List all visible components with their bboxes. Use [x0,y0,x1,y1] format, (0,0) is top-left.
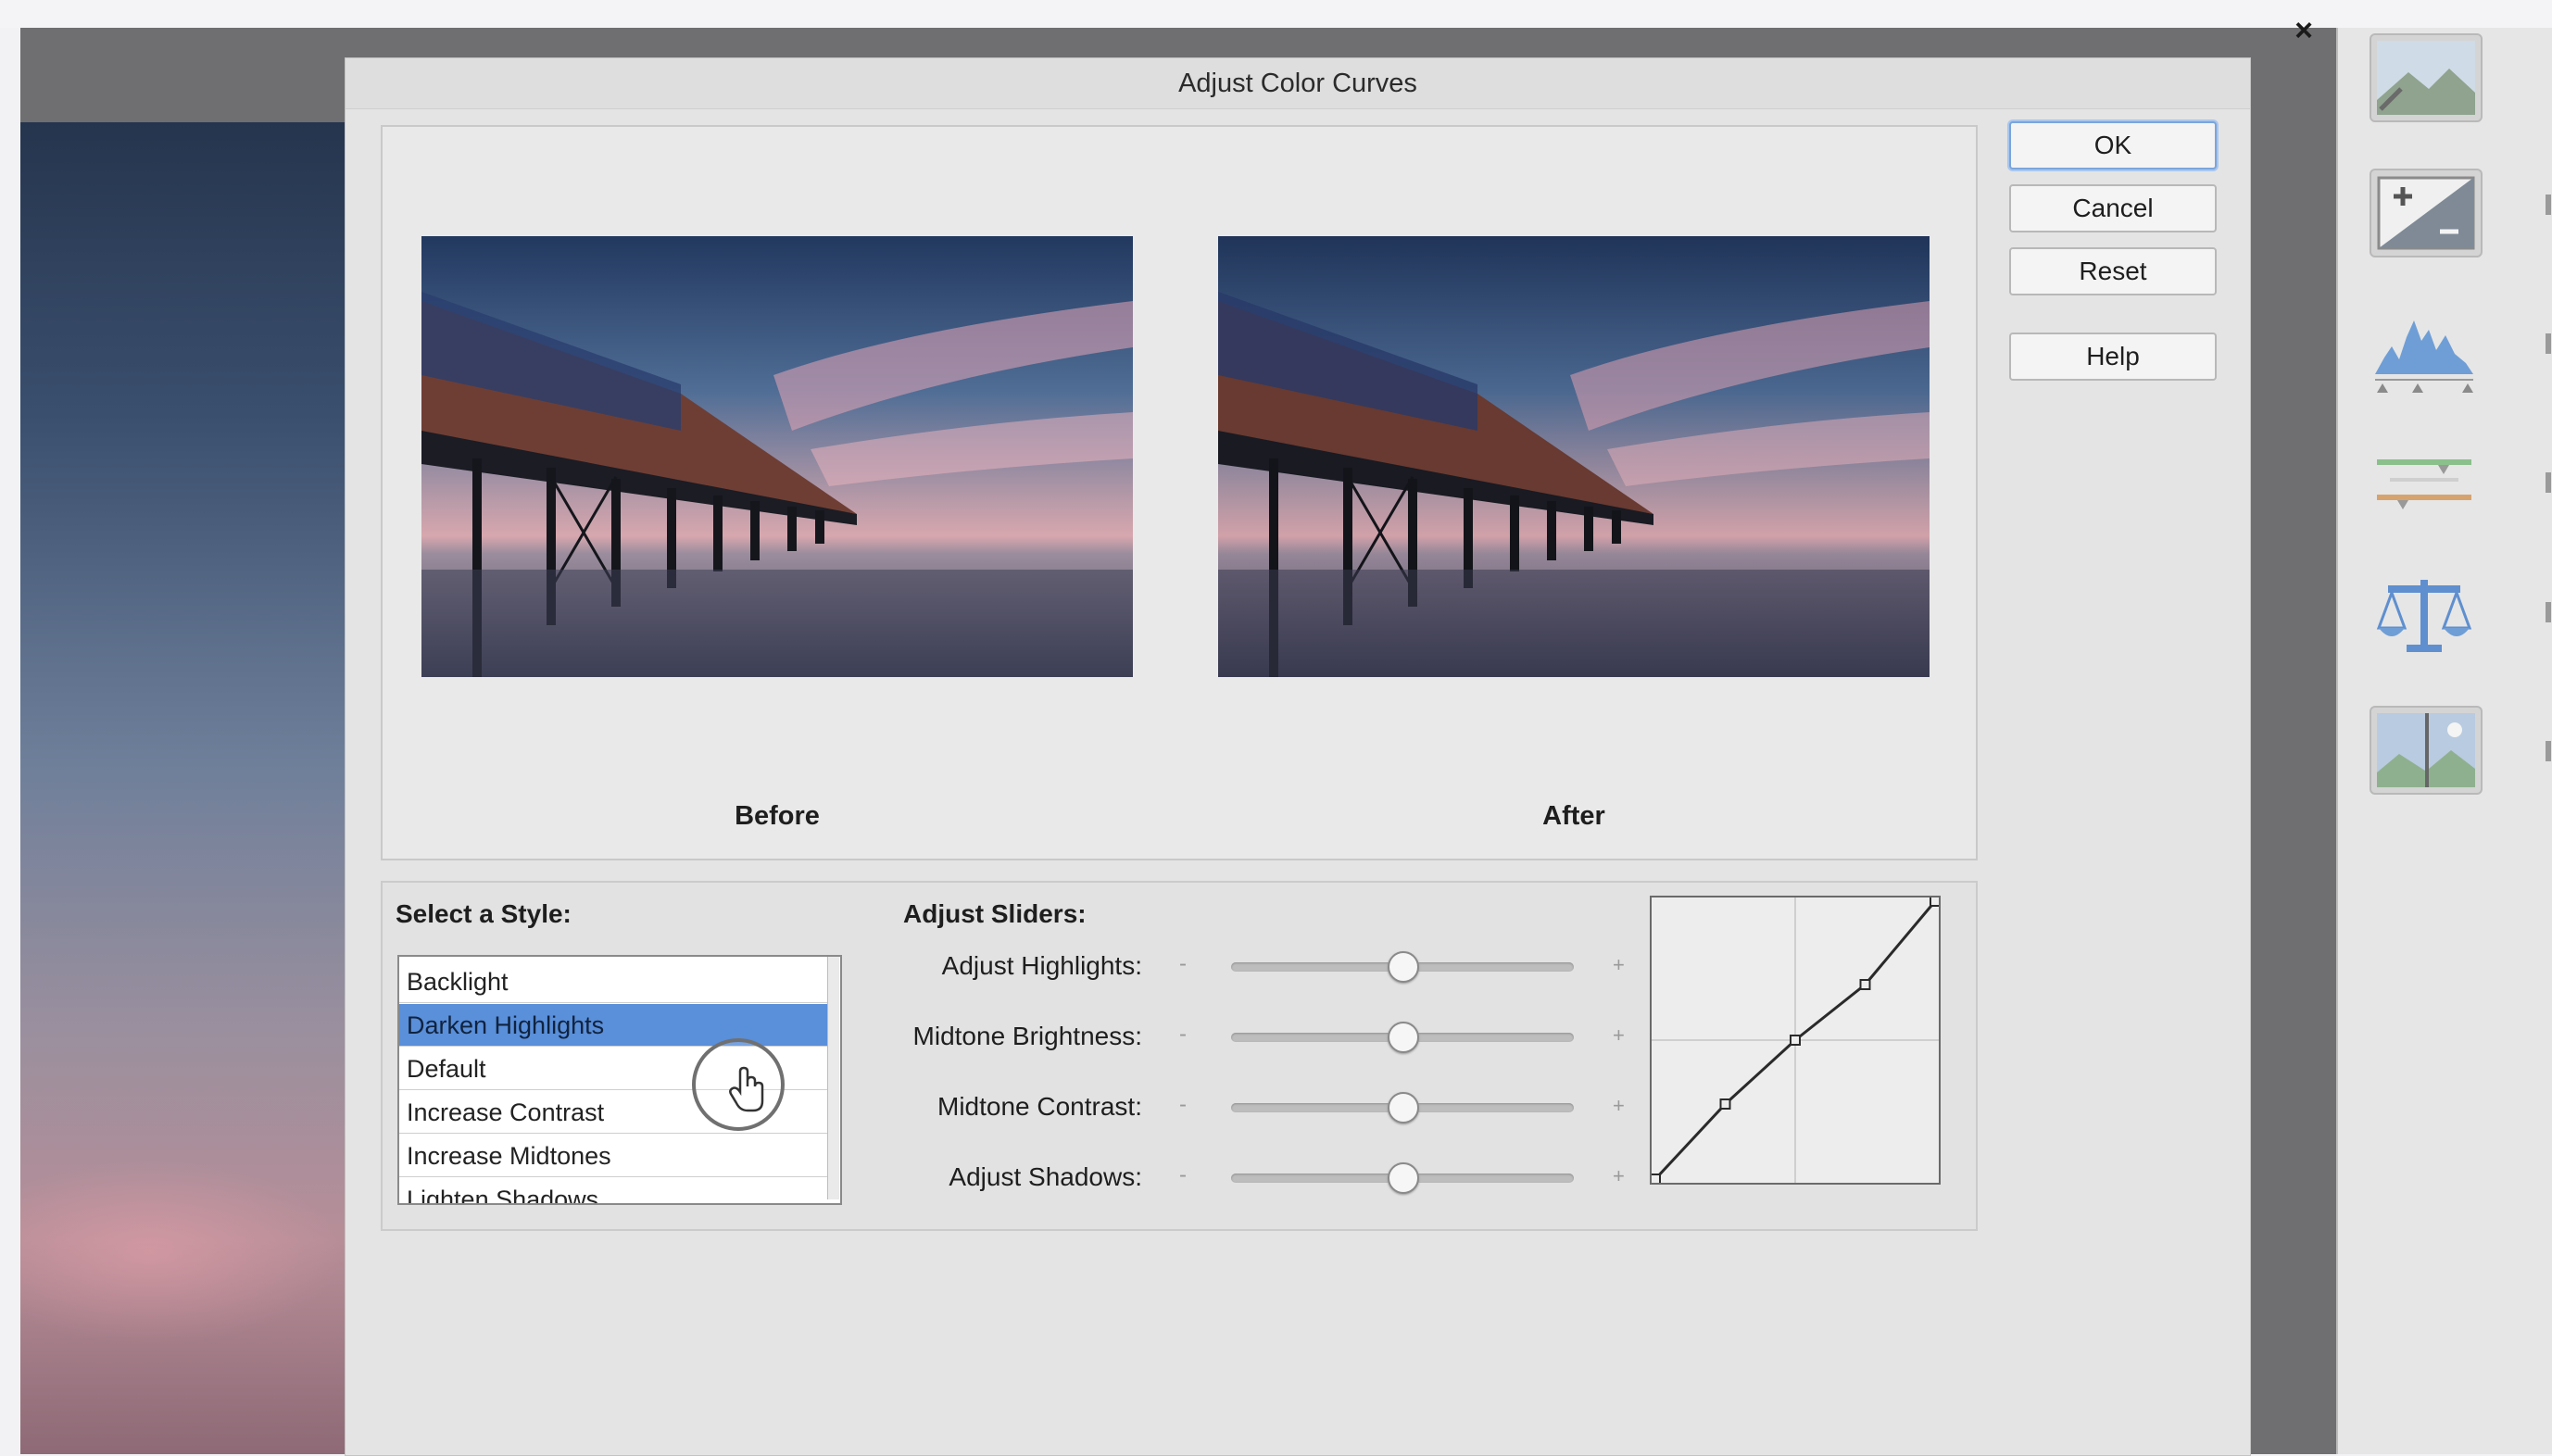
dialog-title: Adjust Color Curves [1178,69,1417,98]
curve-point [1859,979,1871,990]
desktop-backdrop [0,0,2552,28]
panel-edge-mark [2546,195,2551,215]
slider-thumb[interactable] [1388,1092,1419,1123]
slider-thumb[interactable] [1388,1162,1419,1194]
curve-graph[interactable] [1650,896,1941,1185]
adjust-sliders-label: Adjust Sliders: [903,899,1087,928]
exposure-icon[interactable] [2370,169,2483,257]
before-preview-image [421,236,1133,677]
cancel-button[interactable]: Cancel [2009,184,2217,232]
panel-edge-mark [2546,741,2551,761]
help-button[interactable]: Help [2009,333,2217,381]
slider-thumb[interactable] [1388,1022,1419,1053]
slider-minus-icon: - [1179,1022,1187,1047]
color-bars-icon[interactable] [2370,446,2479,532]
balance-scale-icon[interactable] [2370,571,2479,656]
landscape-icon[interactable] [2370,33,2483,122]
slider-label: Adjust Highlights: [941,951,1142,980]
dialog-titlebar[interactable]: Adjust Color Curves [346,58,2250,109]
slider-plus-icon: + [1613,1164,1625,1187]
slider-minus-icon: - [1179,1162,1187,1187]
slider-label: Midtone Contrast: [937,1092,1142,1121]
curve-point [1790,1035,1801,1046]
ok-button[interactable]: OK [2009,121,2217,169]
after-label: After [1542,801,1605,831]
after-preview-image [1218,236,1930,677]
curve-point [1719,1098,1731,1110]
slider-minus-icon: - [1179,1092,1187,1117]
before-after-icon[interactable] [2370,706,2483,795]
adjust-color-curves-dialog: Adjust Color Curves Before After OK Canc… [345,57,2251,1456]
panel-edge-mark [2546,333,2551,354]
close-icon[interactable]: × [2288,15,2319,46]
panel-edge-mark [2546,472,2551,493]
histogram-icon[interactable] [2370,309,2479,395]
curve-point [1930,897,1939,907]
before-label: Before [735,801,820,831]
panel-edge-mark [2546,602,2551,622]
slider-thumb[interactable] [1388,951,1419,983]
curve-point [1652,1174,1661,1183]
slider-label: Midtone Brightness: [912,1022,1142,1050]
slider-label: Adjust Shadows: [949,1162,1142,1191]
slider-plus-icon: + [1613,1023,1625,1047]
reset-button[interactable]: Reset [2009,247,2217,295]
slider-plus-icon: + [1613,953,1625,976]
slider-minus-icon: - [1179,951,1187,976]
slider-plus-icon: + [1613,1094,1625,1117]
canvas-image [20,122,345,1454]
select-style-label: Select a Style: [396,899,572,928]
